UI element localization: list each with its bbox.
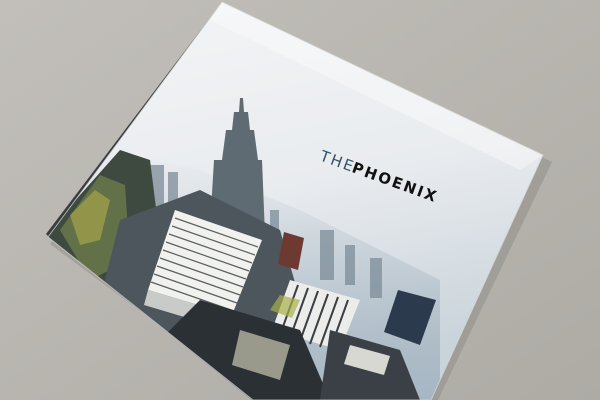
photo-scene: THE PHOENIX bbox=[0, 0, 600, 400]
photo-canvas: THE PHOENIX bbox=[0, 0, 600, 400]
